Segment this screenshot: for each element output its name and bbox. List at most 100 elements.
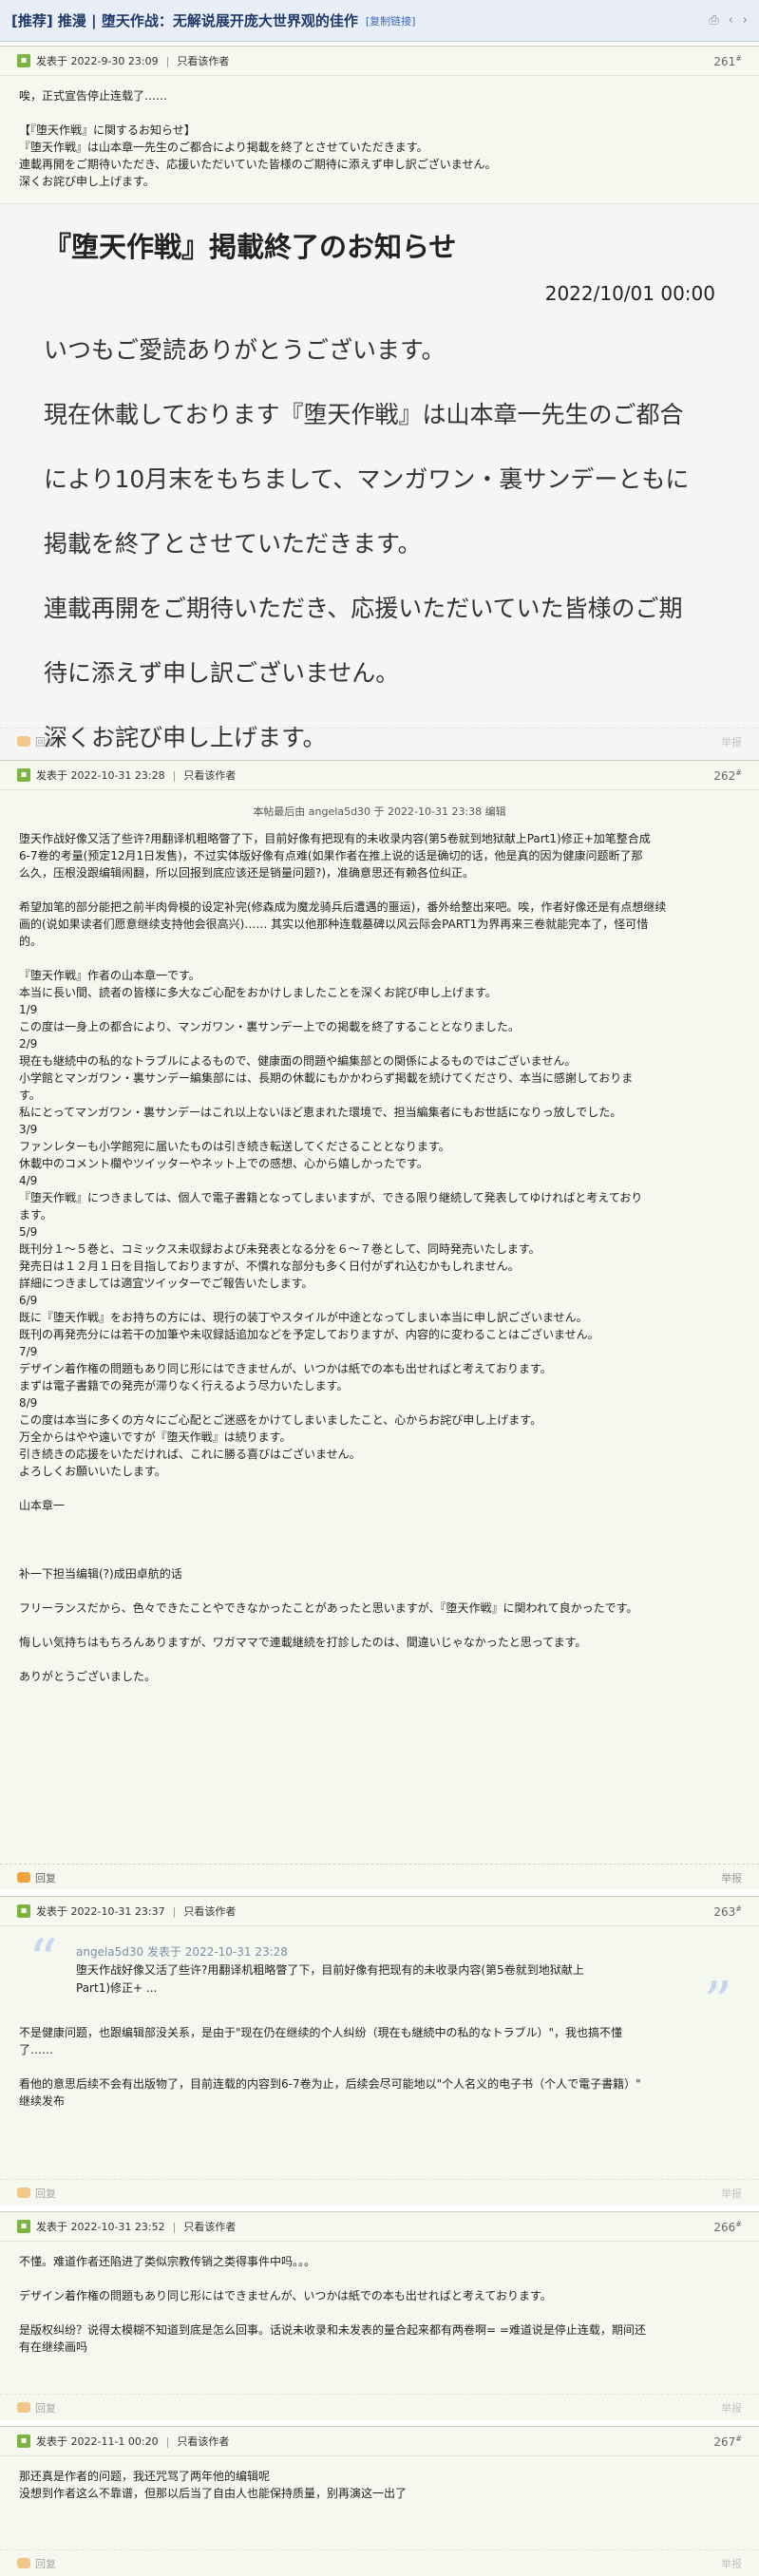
report-button[interactable]: 举报 bbox=[721, 1870, 742, 1885]
text-line: 看他的意思后续不会有出版物了，目前连载的内容到6-7卷为止，后续会尽可能地以"个… bbox=[19, 2077, 641, 2091]
quote-text-2: Part1)修正+ ... bbox=[76, 1981, 158, 1995]
text-line: 私にとってマンガワン・裏サンデーはこれ以上ないほど恵まれた環境で、担当編集者にも… bbox=[19, 1106, 622, 1119]
thread-header: [推荐] 推漫 | 堕天作战：无解说展开庞大世界观的佳作 [复制链接] ⎙ ‹ … bbox=[0, 0, 759, 42]
text-line: 了…… bbox=[19, 2043, 54, 2056]
post-meta: ▪ 发表于 2022-10-31 23:37 | 只看该作者 263# bbox=[0, 1897, 759, 1926]
quote-author[interactable]: angela5d30 发表于 2022-10-31 23:28 bbox=[76, 1943, 693, 1961]
text-line bbox=[19, 1531, 740, 1548]
post-time: 发表于 2022-9-30 23:09 bbox=[36, 55, 159, 67]
text-line: 悔しい気持ちはもちろんありますが、ワガママで連載継続を打診したのは、間違いじゃな… bbox=[19, 1636, 587, 1649]
text-line: 万全からはやや遠いですが『堕天作戦』は続ります。 bbox=[19, 1430, 292, 1444]
report-button[interactable]: 举报 bbox=[721, 2556, 742, 2571]
user-icon: ▪ bbox=[17, 2220, 30, 2233]
text-line: 現在も継続中の私的なトラブルによるもので、健康面の問題や編集部との関係によるもの… bbox=[19, 1054, 577, 1068]
text-line: 発売日は１２月１日を目指しておりますが、不慣れな部分も多く日付がずれ込むかもしれ… bbox=[19, 1260, 520, 1273]
text-line: 画的(说如果读者们愿意继续支持他会很高兴)…… 其实以他那种连载墓碑以风云际会P… bbox=[19, 918, 649, 931]
only-author-link[interactable]: 只看该作者 bbox=[183, 2219, 236, 2234]
post-time: 发表于 2022-10-31 23:37 bbox=[36, 1905, 165, 1918]
post-content: 不是健康问题，也跟编辑部没关系，是由于"现在仍在继续的个人纠纷（現在も継続中の私… bbox=[0, 2024, 759, 2110]
text-line: 继续发布 bbox=[19, 2094, 66, 2108]
text-line: 【『堕天作戦』に関するお知らせ】 bbox=[19, 123, 196, 137]
reply-button[interactable]: 回复 bbox=[17, 734, 56, 749]
floor-number: 261# bbox=[713, 53, 742, 68]
text-line: 6-7卷的考量(预定12月1日发售)，不过实体版好像有点难(如果作者在推上说的话… bbox=[19, 849, 643, 862]
post-footer: 回复 举报 bbox=[0, 728, 759, 754]
text-line bbox=[19, 1617, 740, 1634]
text-line bbox=[19, 2304, 740, 2321]
text-line: ます。 bbox=[19, 1208, 52, 1222]
prev-icon[interactable]: ‹ bbox=[729, 13, 733, 28]
reply-button[interactable]: 回复 bbox=[17, 1870, 56, 1885]
text-line: ありがとうございました。 bbox=[19, 1670, 157, 1683]
report-button[interactable]: 举报 bbox=[721, 2400, 742, 2415]
user-icon: ▪ bbox=[17, 768, 30, 782]
text-line: フリーランスだから、色々できたことやできなかったことがあったと思いますが、『堕天… bbox=[19, 1601, 638, 1615]
text-line: いつもご愛読ありがとうございます。 bbox=[44, 336, 446, 364]
post-meta: ▪ 发表于 2022-11-1 00:20 | 只看该作者 267# bbox=[0, 2427, 759, 2456]
text-line: 5/9 bbox=[19, 1225, 38, 1239]
text-line bbox=[19, 950, 740, 967]
post-footer: 回复 举报 bbox=[0, 1864, 759, 1890]
text-line bbox=[19, 2058, 740, 2075]
only-author-link[interactable]: 只看该作者 bbox=[177, 53, 229, 68]
quote-close-icon: ” bbox=[703, 1970, 732, 2036]
only-author-link[interactable]: 只看该作者 bbox=[183, 1904, 236, 1919]
post-footer: 回复 举报 bbox=[0, 2549, 759, 2576]
post-261: ▪ 发表于 2022-9-30 23:09 | 只看该作者 261# 唉，正式宣… bbox=[0, 46, 759, 866]
post-time: 发表于 2022-10-31 23:28 bbox=[36, 769, 165, 782]
text-line bbox=[19, 1582, 740, 1600]
reply-button[interactable]: 回复 bbox=[17, 2186, 56, 2201]
floor-number: 263# bbox=[713, 1904, 742, 1919]
text-line: 4/9 bbox=[19, 1174, 38, 1187]
quote-text-1: 堕天作战好像又活了些许?用翻译机粗略瞥了下，目前好像有把现有的未收录内容(第5卷… bbox=[76, 1963, 584, 1977]
text-line: 堕天作战好像又活了些许?用翻译机粗略瞥了下，目前好像有把现有的未收录内容(第5卷… bbox=[19, 832, 651, 845]
text-line: 連載再開をご期待いただき、応援いただいていた皆様のご期待に添えず申し訳ございませ… bbox=[19, 158, 497, 171]
post-content: 唉，正式宣告停止连载了…… 【『堕天作戦』に関するお知らせ】『堕天作戦』は山本章… bbox=[0, 76, 759, 190]
text-line: 不是健康问题，也跟编辑部没关系，是由于"现在仍在继续的个人纠纷（現在も継続中の私… bbox=[19, 2026, 623, 2039]
post-footer: 回复 举报 bbox=[0, 2179, 759, 2206]
thread-title: [推荐] 推漫 | 堕天作战：无解说展开庞大世界观的佳作 bbox=[11, 12, 358, 29]
text-line bbox=[19, 104, 740, 122]
report-button[interactable]: 举报 bbox=[721, 2186, 742, 2201]
text-line: 的。 bbox=[19, 935, 43, 948]
quote-block: “ angela5d30 发表于 2022-10-31 23:28 堕天作战好像… bbox=[19, 1932, 740, 2032]
text-line: により10月末をもちまして、マンガワン・裏サンデーともに bbox=[44, 465, 690, 493]
text-line: よろしくお願いいたします。 bbox=[19, 1465, 166, 1478]
reply-button[interactable]: 回复 bbox=[17, 2400, 56, 2415]
report-button[interactable]: 举报 bbox=[721, 734, 742, 749]
only-author-link[interactable]: 只看该作者 bbox=[177, 2434, 229, 2449]
text-line: デザイン着作権の問題もあり同じ形にはできませんが、いつかは紙での本も出せればと考… bbox=[19, 2289, 552, 2302]
text-line: 連載再開をご期待いただき、応援いただいていた皆様のご期 bbox=[44, 595, 683, 622]
text-line: 休載中のコメント欄やツイッターやネット上での感想、心から嬉しかったです。 bbox=[19, 1157, 428, 1170]
text-line bbox=[19, 881, 740, 899]
next-icon[interactable]: › bbox=[743, 13, 748, 28]
text-line: 『堕天作戦』は山本章一先生のご都合により掲載を終了とさせていただきます。 bbox=[19, 141, 428, 154]
only-author-link[interactable]: 只看该作者 bbox=[183, 767, 236, 783]
text-line: 引き続きの応援をいただければ、これに勝る喜びはございません。 bbox=[19, 1448, 361, 1461]
text-line: 山本章一 bbox=[19, 1499, 66, 1512]
text-line: 唉，正式宣告停止连载了…… bbox=[19, 89, 168, 103]
post-footer: 回复 举报 bbox=[0, 2394, 759, 2420]
text-line: 8/9 bbox=[19, 1396, 38, 1410]
quote-open-icon: “ bbox=[28, 1927, 58, 1994]
reply-button[interactable]: 回复 bbox=[17, 2556, 56, 2571]
text-line: デザイン着作権の問題もあり同じ形にはできませんが、いつかは紙での本も出せればと考… bbox=[19, 1362, 552, 1375]
user-icon: ▪ bbox=[17, 2434, 30, 2448]
text-line: 6/9 bbox=[19, 1294, 38, 1307]
text-line: 既刊の再発売分には若干の加筆や未収録話追加などを予定しておりますが、内容的に変わ… bbox=[19, 1328, 599, 1341]
copy-link[interactable]: [复制链接] bbox=[366, 13, 416, 28]
edit-note: 本帖最后由 angela5d30 于 2022-10-31 23:38 编辑 bbox=[253, 805, 506, 818]
text-line bbox=[19, 1651, 740, 1668]
text-line: 待に添えず申し訳ございません。 bbox=[44, 659, 400, 687]
post-262: ▪ 发表于 2022-10-31 23:28 | 只看该作者 262# 本帖最后… bbox=[0, 760, 759, 1890]
text-line: 既刊分１～５巻と、コミックス未収録および未発表となる分を６～７巻として、同時発売… bbox=[19, 1242, 541, 1256]
user-icon: ▪ bbox=[17, 1904, 30, 1918]
reply-icon bbox=[17, 2558, 30, 2568]
text-line bbox=[19, 1514, 740, 1531]
text-line: 2/9 bbox=[19, 1037, 38, 1051]
print-icon[interactable]: ⎙ bbox=[709, 13, 718, 28]
post-meta: ▪ 发表于 2022-10-31 23:28 | 只看该作者 262# bbox=[0, 761, 759, 790]
text-line: 不懂。难道作者还陷进了类似宗教传销之类得事件中吗。。。 bbox=[19, 2255, 316, 2268]
post-266: ▪ 发表于 2022-10-31 23:52 | 只看该作者 266# 不懂。难… bbox=[0, 2211, 759, 2420]
text-line: 小学館とマンガワン・裏サンデー編集部には、長期の休載にもかかわらず掲載を続けてく… bbox=[19, 1071, 634, 1085]
